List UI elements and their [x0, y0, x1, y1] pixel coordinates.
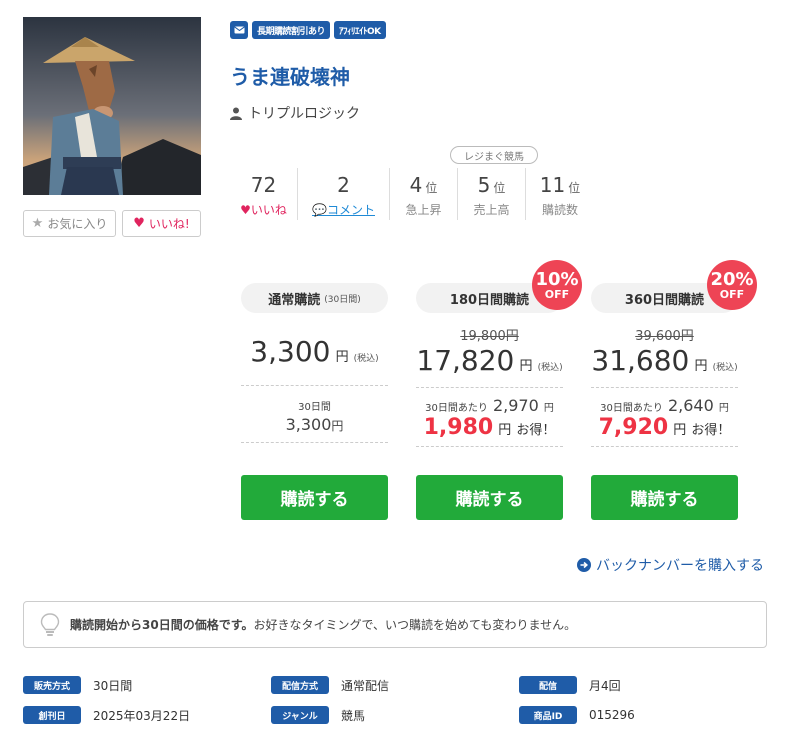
magazine-title: うま連破壊神: [230, 65, 350, 89]
plan-360days-original-price: 39,600円: [635, 329, 694, 344]
sales-rank-value: 5位: [477, 173, 506, 197]
subscribers-rank-value: 11 位: [539, 173, 581, 197]
plan-normal-price: 3,300 円 (税込): [250, 335, 379, 368]
notice-text: お好きなタイミングで、いつ購読を始めても変わりません。: [253, 618, 577, 632]
rising-rank-stat: 4位 急上昇: [390, 168, 458, 220]
comments-stat[interactable]: 2 💬コメント: [298, 168, 390, 220]
info-genre: ジャンル 競馬: [271, 706, 365, 724]
plan-normal-per-30days: 30日間 3,300円: [285, 402, 344, 434]
likes-label: ♥いいね: [240, 203, 287, 217]
stats-bar: 72 ♥いいね 2 💬コメント 4位 急上昇 5位 売上高 11 位 購読数: [230, 168, 594, 220]
plan-360days-per-30days: 30日間あたり 2,640 円: [600, 396, 729, 415]
info-delivery-method: 配信方式 通常配信: [271, 676, 389, 694]
plan-normal: 通常購読 (30日間) 3,300 円 (税込) 30日間 3,300円: [241, 283, 388, 443]
like-button[interactable]: ♥ いいね!: [122, 210, 201, 237]
subscribers-rank-label: 購読数: [541, 203, 578, 217]
plan-180days-discount-badge: 10% OFF: [532, 260, 582, 310]
user-icon: [230, 107, 242, 120]
plan-360days: 360日間購読 39,600円 31,680 円 (税込) 30日間あたり 2,…: [591, 283, 738, 447]
notice-bold-text: 購読開始から30日間の価格です。: [70, 618, 254, 632]
affiliate-ok-badge: ｱﾌｨﾘｴｲﾄOK: [334, 21, 386, 39]
rising-rank-label: 急上昇: [405, 203, 442, 217]
subscribers-rank-stat: 11 位 購読数: [526, 168, 594, 220]
star-icon: ★: [31, 216, 44, 231]
badge-row: 長期購読割引あり ｱﾌｨﾘｴｲﾄOK: [230, 21, 386, 39]
author-name: トリプルロジック: [248, 106, 360, 122]
like-label: いいね!: [148, 217, 190, 231]
author-link[interactable]: トリプルロジック: [230, 103, 360, 123]
info-delivery-frequency: 配信 月4回: [519, 676, 621, 694]
speech-bubble-icon: 💬: [312, 203, 327, 217]
arrow-circle-right-icon: [577, 558, 591, 572]
subscribe-normal-button[interactable]: 購読する: [241, 475, 388, 520]
backnumber-label: バックナンバーを購入する: [596, 558, 764, 574]
sales-rank-label: 売上高: [473, 203, 510, 217]
mail-icon: [230, 21, 248, 39]
favorite-label: お気に入り: [47, 217, 108, 231]
favorite-button[interactable]: ★ お気に入り: [23, 210, 116, 237]
plan-180days-original-price: 19,800円: [460, 329, 519, 344]
plan-360days-saving: 7,920 円 お得！: [598, 415, 731, 440]
info-sales-method: 販売方式 30日間: [23, 676, 132, 694]
plan-360days-price: 31,680 円 (税込): [591, 344, 738, 377]
plan-180days-price: 17,820 円 (税込): [416, 344, 563, 377]
plan-180days: 180日間購読 19,800円 17,820 円 (税込) 30日間あたり 2,…: [416, 283, 563, 447]
backnumber-link[interactable]: バックナンバーを購入する: [577, 555, 764, 575]
likes-stat: 72 ♥いいね: [230, 168, 298, 220]
comments-count: 2: [337, 173, 350, 197]
heart-icon: ♥: [240, 203, 251, 217]
plan-360days-discount-badge: 20% OFF: [707, 260, 757, 310]
info-launch-date: 創刊日 2025年03月22日: [23, 706, 190, 724]
rank-category-tag: レジまぐ競馬: [450, 146, 538, 164]
price-notice: 購読開始から30日間の価格です。 お好きなタイミングで、いつ購読を始めても変わり…: [23, 601, 767, 648]
comments-link[interactable]: 💬コメント: [312, 201, 375, 218]
rising-rank-value: 4位: [409, 173, 438, 197]
magazine-thumbnail: [23, 17, 201, 195]
lightbulb-icon: [40, 612, 60, 636]
subscribe-180days-button[interactable]: 購読する: [416, 475, 563, 520]
subscribe-360days-button[interactable]: 購読する: [591, 475, 738, 520]
plan-180days-per-30days: 30日間あたり 2,970 円: [425, 396, 554, 415]
plan-180days-saving: 1,980 円 お得！: [423, 415, 556, 440]
likes-count: 72: [250, 173, 277, 197]
heart-icon: ♥: [133, 216, 145, 231]
info-product-id: 商品ID 015296: [519, 706, 635, 724]
sales-rank-stat: 5位 売上高: [458, 168, 526, 220]
long-term-discount-badge: 長期購読割引あり: [252, 21, 331, 39]
plan-normal-title: 通常購読 (30日間): [241, 283, 388, 313]
